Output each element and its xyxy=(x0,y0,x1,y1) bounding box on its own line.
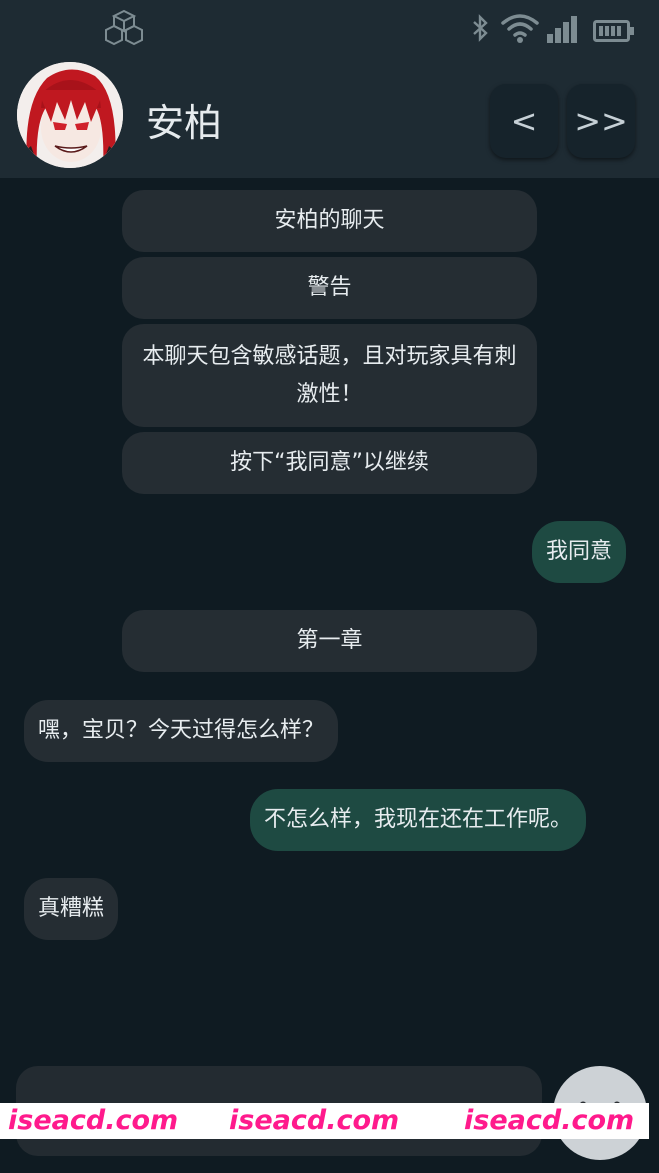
watermark-text: iseacd.com xyxy=(8,1105,179,1136)
bluetooth-icon xyxy=(473,14,488,42)
battery-icon xyxy=(593,20,634,42)
system-message: 警告 xyxy=(122,257,537,319)
contact-name: 安柏 xyxy=(146,101,223,145)
user-message: 不怎么样，我现在还在工作呢。 xyxy=(250,789,587,851)
system-message: 安柏的聊天 xyxy=(122,190,537,252)
wifi-icon xyxy=(501,14,539,43)
avatar[interactable] xyxy=(17,62,123,168)
cell-signal-icon xyxy=(547,16,577,43)
previous-button[interactable]: < xyxy=(490,84,558,158)
bot-message: 真糟糕 xyxy=(24,878,119,940)
bot-message: 嘿，宝贝？今天过得怎么样？ xyxy=(24,700,339,762)
system-message: 本聊天包含敏感话题，且对玩家具有刺激性！ xyxy=(122,324,537,427)
system-message[interactable]: 按下“我同意”以继续 xyxy=(122,432,537,494)
skip-forward-button[interactable]: >> xyxy=(567,84,635,158)
watermark-text: iseacd.com xyxy=(229,1105,400,1136)
watermark-text: iseacd.com xyxy=(464,1105,635,1136)
cube-logo-icon xyxy=(105,9,143,46)
watermark-banner: iseacd.com iseacd.com iseacd.com xyxy=(0,1103,649,1139)
character-portrait xyxy=(17,62,123,168)
status-bar xyxy=(0,0,659,58)
chat-header: 安柏 < >> xyxy=(0,58,659,178)
user-message: 我同意 xyxy=(532,521,627,583)
system-message: 第一章 xyxy=(122,610,537,672)
